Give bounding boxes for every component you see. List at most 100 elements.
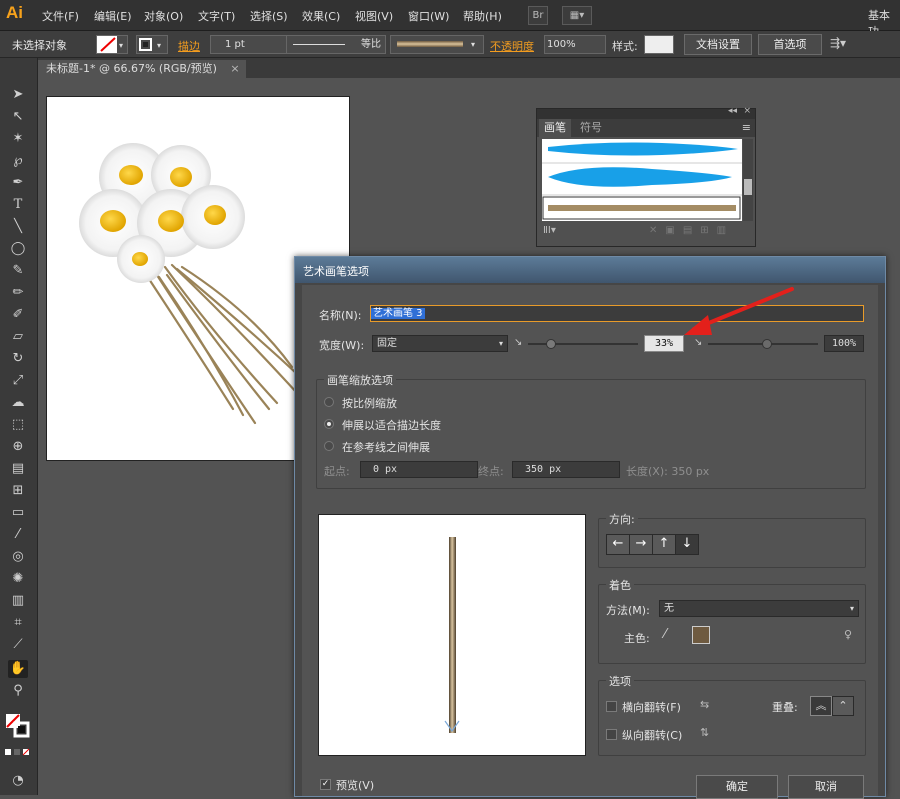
perspective-grid-icon[interactable]: ▤ [8, 460, 28, 478]
direction-down-button[interactable]: ↓ [675, 534, 699, 555]
preview-label: 预览(V) [336, 779, 375, 792]
menu-view[interactable]: 视图(V) [355, 8, 393, 24]
width-percent-field[interactable]: 33% [644, 335, 684, 352]
tab-symbols[interactable]: 符号 [575, 119, 607, 137]
rotate-tool-icon[interactable]: ↻ [8, 350, 28, 368]
shape-builder-icon[interactable]: ⊕ [8, 438, 28, 456]
overlap-none-button[interactable]: ⌃ [832, 696, 854, 716]
radio-stretch-selected[interactable] [324, 419, 334, 429]
width-slider-track[interactable] [528, 343, 638, 345]
lasso-icon[interactable]: ℘ [8, 152, 28, 170]
brush-list[interactable] [542, 139, 742, 221]
zoom-tool-icon[interactable]: ⚲ [8, 682, 28, 700]
width-slider-handle[interactable] [546, 339, 556, 349]
stroke-swatch[interactable]: ▾ [136, 35, 168, 54]
opacity-field[interactable]: 100% [544, 35, 606, 54]
document-tab[interactable]: 未标题-1* @ 66.67% (RGB/预览) × [38, 60, 246, 78]
method-select[interactable]: 无 ▾ [659, 600, 859, 617]
panel-menu-icon[interactable]: ≡ [742, 121, 751, 134]
direction-left-button[interactable]: ← [606, 534, 630, 555]
cancel-button[interactable]: 取消 [788, 775, 864, 799]
hand-tool-icon[interactable]: ✋ [8, 660, 28, 678]
radio-proportional[interactable] [324, 397, 334, 407]
brush-swatch-2[interactable] [548, 167, 732, 187]
draw-mode-icon[interactable]: ◔ [8, 772, 28, 790]
pencil-icon[interactable]: ✏ [8, 284, 28, 302]
menu-type[interactable]: 文字(T) [198, 8, 235, 24]
menu-file[interactable]: 文件(F) [42, 8, 79, 24]
free-transform-icon[interactable]: ⬚ [8, 416, 28, 434]
stroke-weight-field[interactable]: 1 pt [210, 35, 294, 54]
symbol-sprayer-icon[interactable]: ✺ [8, 570, 28, 588]
overlap-adjust-button[interactable]: ︽ [810, 696, 832, 716]
blob-brush-icon[interactable]: ✐ [8, 306, 28, 324]
ellipse-tool-icon[interactable]: ◯ [8, 240, 28, 258]
direct-selection-tool-icon[interactable]: ↖ [8, 108, 28, 126]
brush-library-icon[interactable]: ⅡⅠ▾ [543, 225, 556, 236]
fill-stroke-proxy[interactable] [4, 710, 32, 740]
options-title: 选项 [606, 673, 634, 689]
menu-effect[interactable]: 效果(C) [302, 8, 340, 24]
ok-button[interactable]: 确定 [696, 775, 778, 799]
selection-status: 未选择对象 [12, 39, 67, 52]
profile-label: 等比 [361, 39, 381, 50]
warp-tool-icon[interactable]: ☁ [8, 394, 28, 412]
slice-tool-icon[interactable]: ⟋ [8, 636, 28, 654]
graphic-style-swatch[interactable] [644, 35, 674, 54]
panel-menu-icon[interactable]: ⇶▾ [830, 36, 846, 50]
dialog-title-bar[interactable]: 艺术画笔选项 [295, 257, 885, 283]
scrollbar-thumb[interactable] [744, 179, 752, 195]
eraser-icon[interactable]: ▱ [8, 328, 28, 346]
flip-along-checkbox[interactable] [606, 701, 617, 712]
fill-swatch[interactable]: ▾ [96, 35, 128, 54]
line-tool-icon[interactable]: ╲ [8, 218, 28, 236]
direction-right-button[interactable]: → [629, 534, 653, 555]
selection-tool-icon[interactable]: ➤ [8, 86, 28, 104]
type-tool-icon[interactable]: T [8, 196, 28, 214]
bridge-button[interactable]: Br [528, 6, 548, 25]
brush-swatch-3[interactable] [548, 205, 736, 211]
menu-object[interactable]: 对象(O) [144, 8, 183, 24]
paintbrush-icon[interactable]: ✎ [8, 262, 28, 280]
eyedropper-icon[interactable]: ⁄ [664, 627, 666, 642]
tips-lightbulb-icon[interactable]: ♀ [844, 628, 852, 641]
control-bar: 未选择对象 ▾ ▾ 描边 1 pt 等比 ▾ 不透明度 100% 样式: 文档设… [0, 31, 900, 58]
artboard-tool-icon[interactable]: ⌗ [8, 614, 28, 632]
flip-across-checkbox[interactable] [606, 729, 617, 740]
scale-tool-icon[interactable]: ⤢ [8, 372, 28, 390]
opacity-label[interactable]: 不透明度 [490, 38, 534, 54]
pen-tool-icon[interactable]: ✒ [8, 174, 28, 192]
radio-guides-label: 在参考线之间伸展 [342, 441, 430, 454]
column-graph-icon[interactable]: ▥ [8, 592, 28, 610]
stroke-label[interactable]: 描边 [178, 38, 200, 54]
arrange-documents-icon[interactable]: ▦▾ [562, 6, 592, 25]
blend-tool-icon[interactable]: ◎ [8, 548, 28, 566]
menu-window[interactable]: 窗口(W) [408, 8, 449, 24]
magic-wand-icon[interactable]: ✶ [8, 130, 28, 148]
mesh-tool-icon[interactable]: ⊞ [8, 482, 28, 500]
radio-guides[interactable] [324, 441, 334, 451]
menu-select[interactable]: 选择(S) [250, 8, 288, 24]
panel-header[interactable]: ◂◂ × [537, 106, 755, 119]
document-setup-button[interactable]: 文档设置 [684, 34, 752, 55]
tab-brushes[interactable]: 画笔 [539, 119, 571, 137]
eyedropper-icon[interactable]: ⁄ [8, 526, 28, 544]
preview-checkbox[interactable]: ✓ [320, 779, 331, 790]
key-color-swatch[interactable] [692, 626, 710, 644]
menu-help[interactable]: 帮助(H) [463, 8, 502, 24]
variable-width-profile[interactable]: 等比 [286, 35, 386, 54]
brush-list-scrollbar[interactable] [743, 139, 753, 221]
close-panel-icon[interactable]: × [743, 106, 751, 116]
gradient-tool-icon[interactable]: ▭ [8, 504, 28, 522]
panel-footer-icons[interactable]: ✕▣▤⊞▥ [649, 225, 734, 236]
no-fill-icon: ▾ [100, 36, 127, 53]
preferences-button[interactable]: 首选项 [758, 34, 822, 55]
width-mode-select[interactable]: 固定 ▾ [372, 335, 508, 352]
brush-swatch-1[interactable] [548, 142, 738, 156]
color-mode-icons[interactable] [4, 748, 32, 758]
collapse-icon[interactable]: ◂◂ [728, 106, 737, 116]
close-icon[interactable]: × [230, 62, 239, 75]
direction-up-button[interactable]: ↑ [652, 534, 676, 555]
brush-definition[interactable]: ▾ [390, 35, 484, 54]
menu-edit[interactable]: 编辑(E) [94, 8, 132, 24]
